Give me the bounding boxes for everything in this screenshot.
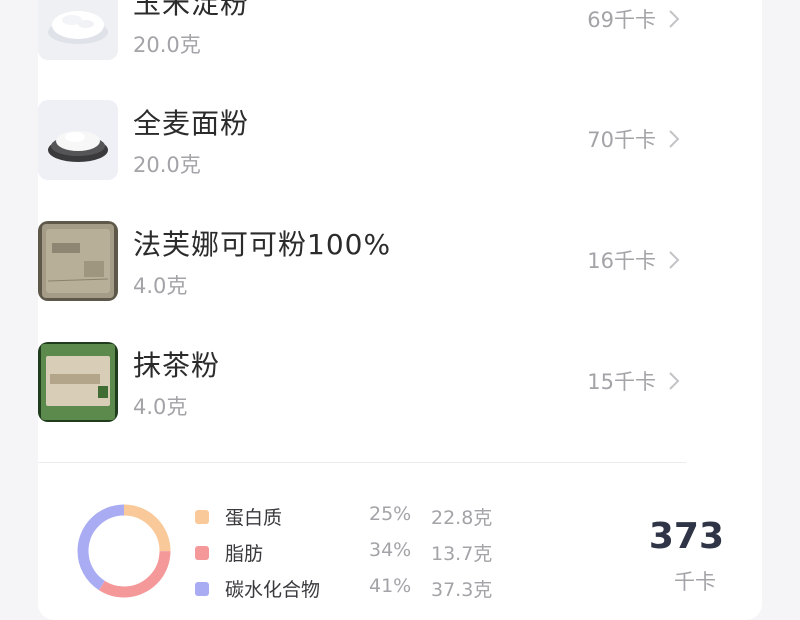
chevron-right-icon (669, 251, 680, 269)
corn-starch-image (38, 0, 118, 60)
legend-percent: 34% (369, 539, 412, 561)
legend-name: 脂肪 (225, 543, 264, 565)
food-name: 抹茶粉 (133, 349, 221, 382)
food-amount: 4.0克 (133, 395, 188, 419)
legend-row-fat: 脂肪 34% 13.7克 (195, 539, 505, 569)
food-item-matcha-powder[interactable]: 抹茶粉 4.0克 15千卡 (38, 342, 686, 424)
food-calories: 69千卡 (587, 8, 656, 32)
food-amount: 20.0克 (133, 153, 201, 177)
legend-grams: 22.8克 (431, 507, 493, 529)
total-calories-value: 373 (648, 516, 724, 557)
legend-row-protein: 蛋白质 25% 22.8克 (195, 503, 505, 533)
food-calories: 16千卡 (587, 249, 656, 273)
food-calories: 15千卡 (587, 370, 656, 394)
legend-swatch (195, 546, 209, 560)
legend-row-carbs: 碳水化合物 41% 37.3克 (195, 575, 505, 605)
legend-grams: 13.7克 (431, 543, 493, 565)
divider (38, 462, 686, 463)
total-calories-unit: 千卡 (674, 570, 716, 594)
food-name: 法芙娜可可粉100% (133, 228, 392, 261)
legend-name: 蛋白质 (225, 507, 283, 529)
food-item-cocoa-powder[interactable]: 法芙娜可可粉100% 4.0克 16千卡 (38, 221, 686, 303)
whole-wheat-flour-image (38, 100, 118, 180)
legend-percent: 41% (369, 575, 412, 597)
food-name: 全麦面粉 (133, 107, 250, 140)
chevron-right-icon (669, 130, 680, 148)
legend-name: 碳水化合物 (225, 579, 321, 601)
food-name: 玉米淀粉 (133, 0, 250, 20)
legend-swatch (195, 510, 209, 524)
food-amount: 20.0克 (133, 33, 201, 57)
legend-swatch (195, 582, 209, 596)
chevron-right-icon (669, 10, 680, 28)
food-amount: 4.0克 (133, 274, 188, 298)
legend-grams: 37.3克 (431, 579, 493, 601)
food-item-corn-starch[interactable]: 玉米淀粉 20.0克 69千卡 (38, 0, 686, 62)
macro-donut-chart (77, 504, 171, 598)
food-calories: 70千卡 (587, 128, 656, 152)
legend-percent: 25% (369, 503, 412, 525)
food-item-whole-wheat-flour[interactable]: 全麦面粉 20.0克 70千卡 (38, 100, 686, 182)
matcha-powder-package-image (38, 342, 118, 422)
cocoa-powder-package-image (38, 221, 118, 301)
chevron-right-icon (669, 372, 680, 390)
